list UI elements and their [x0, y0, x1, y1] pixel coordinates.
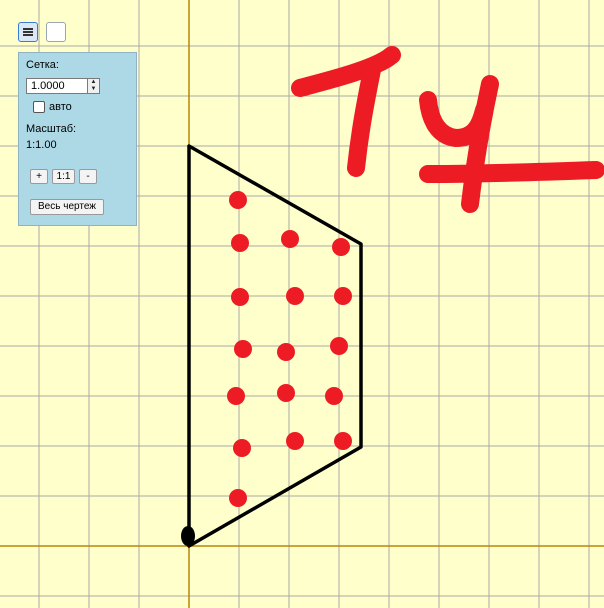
zoom-reset-button[interactable]: 1:1	[52, 169, 75, 184]
fit-all-button[interactable]: Весь чертеж	[30, 199, 104, 215]
red-dot	[233, 439, 251, 457]
red-dot	[332, 238, 350, 256]
red-dot	[231, 234, 249, 252]
red-dot	[281, 230, 299, 248]
handwritten-underline	[419, 161, 604, 183]
red-dot	[231, 288, 249, 306]
zoom-out-button[interactable]: -	[79, 169, 97, 184]
grid-label: Сетка:	[26, 59, 59, 71]
red-dot	[334, 287, 352, 305]
menu-button[interactable]	[18, 22, 38, 42]
auto-label: авто	[49, 101, 72, 113]
scale-label: Масштаб:	[26, 123, 77, 135]
handwritten-t-stem	[347, 61, 381, 177]
grid-stepper: ▲ ▼	[26, 78, 100, 94]
red-dot	[330, 337, 348, 355]
red-dot	[229, 191, 247, 209]
spin-up-icon[interactable]: ▲	[88, 79, 99, 86]
red-dot	[277, 343, 295, 361]
red-dot	[277, 384, 295, 402]
scale-value: 1:1.00	[26, 139, 57, 151]
zoom-in-button[interactable]: +	[30, 169, 48, 184]
auto-option: авто	[33, 101, 72, 113]
red-dot	[334, 432, 352, 450]
handwritten-text	[291, 46, 604, 213]
top-toolbar	[18, 22, 66, 42]
handwritten-ch-stem	[461, 75, 499, 213]
origin-mark	[181, 526, 195, 546]
red-dot	[227, 387, 245, 405]
red-dot	[325, 387, 343, 405]
grid-size-input[interactable]	[26, 78, 88, 94]
red-dot	[229, 489, 247, 507]
red-dot	[234, 340, 252, 358]
blank-toolbar-button[interactable]	[46, 22, 66, 42]
spin-down-icon[interactable]: ▼	[88, 86, 99, 93]
auto-checkbox[interactable]	[33, 101, 45, 113]
settings-panel: Сетка: ▲ ▼ авто Масштаб: 1:1.00 + 1:1 - …	[18, 52, 137, 226]
menu-icon	[23, 28, 33, 36]
grid-spinner: ▲ ▼	[88, 78, 100, 94]
red-dot	[286, 432, 304, 450]
red-dot	[286, 287, 304, 305]
